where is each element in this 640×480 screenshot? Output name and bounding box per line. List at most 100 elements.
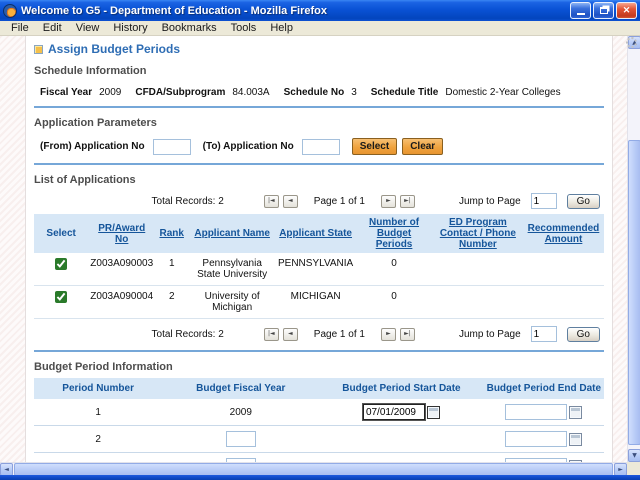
budget-row: 1 2009 (34, 399, 604, 426)
cfda-subprogram-value: 84.003A (232, 87, 269, 98)
restore-button[interactable] (593, 2, 614, 19)
select-checkbox[interactable] (55, 291, 67, 303)
column-header-applicant-state[interactable]: Applicant State (276, 214, 355, 253)
applicant-state-cell: PENNSYLVANIA (276, 253, 355, 286)
page-content: Assign Budget Periods Schedule Informati… (25, 36, 613, 462)
menu-file[interactable]: File (4, 22, 36, 34)
pagination-top: Total Records: 2 |◄ ◄ Page 1 of 1 ► ►| J… (34, 193, 604, 209)
column-header-select: Select (34, 214, 88, 253)
column-header-rank[interactable]: Rank (155, 214, 188, 253)
recommended-amount-cell (523, 253, 604, 286)
rank-cell: 2 (155, 286, 188, 319)
column-header-budget-period-start-date: Budget Period Start Date (319, 378, 483, 399)
period-number-cell: 3 (34, 453, 162, 463)
menu-edit[interactable]: Edit (36, 22, 69, 34)
horizontal-scrollbar[interactable]: ◄ ► (0, 462, 627, 475)
menu-view[interactable]: View (69, 22, 107, 34)
total-records-label: Total Records: (152, 196, 216, 207)
fiscal-year-value: 2009 (99, 87, 121, 98)
select-checkbox[interactable] (55, 258, 67, 270)
menu-tools[interactable]: Tools (224, 22, 264, 34)
divider (34, 350, 604, 352)
to-application-input[interactable] (302, 139, 340, 155)
last-page-button[interactable]: ►| (400, 328, 415, 341)
budget-fiscal-year-input[interactable] (226, 431, 256, 447)
applicant-name-cell: Pennsylvania State University (188, 253, 276, 286)
page-indicator: Page 1 of 1 (314, 329, 365, 340)
page-icon (34, 45, 43, 54)
browser-viewport: Assign Budget Periods Schedule Informati… (0, 36, 627, 462)
num-budget-periods-cell: 0 (355, 253, 433, 286)
minimize-button[interactable] (570, 2, 591, 19)
num-budget-periods-cell: 0 (355, 286, 433, 319)
budget-period-information-heading: Budget Period Information (34, 361, 604, 373)
budget-start-date-input[interactable] (363, 404, 425, 420)
first-page-button[interactable]: |◄ (264, 195, 279, 208)
calendar-icon[interactable] (427, 406, 440, 419)
menu-history[interactable]: History (106, 22, 154, 34)
next-page-button[interactable]: ► (381, 328, 396, 341)
go-button[interactable]: Go (567, 194, 600, 209)
previous-page-button[interactable]: ◄ (283, 195, 298, 208)
menu-bookmarks[interactable]: Bookmarks (155, 22, 224, 34)
clear-button[interactable]: Clear (402, 138, 443, 155)
period-number-cell: 1 (34, 399, 162, 426)
column-header-applicant-name[interactable]: Applicant Name (188, 214, 276, 253)
rank-cell: 1 (155, 253, 188, 286)
jump-to-page-label: Jump to Page (459, 196, 521, 207)
from-application-input[interactable] (153, 139, 191, 155)
scroll-down-button[interactable]: ▼ (628, 449, 640, 462)
budget-period-table: Period Number Budget Fiscal Year Budget … (34, 378, 604, 462)
last-page-button[interactable]: ►| (400, 195, 415, 208)
jump-to-page-input[interactable] (531, 193, 557, 209)
page-indicator: Page 1 of 1 (314, 196, 365, 207)
column-header-number-of-budget-periods[interactable]: Number of Budget Periods (355, 214, 433, 253)
table-row: Z003A090003 1 Pennsylvania State Univers… (34, 253, 604, 286)
throbber-icon (626, 37, 637, 48)
applications-table: Select PR/Award No Rank Applicant Name A… (34, 214, 604, 319)
jump-to-page-label: Jump to Page (459, 329, 521, 340)
budget-row: 3 (34, 453, 604, 463)
table-row: Z003A090004 2 University of Michigan MIC… (34, 286, 604, 319)
recommended-amount-cell (523, 286, 604, 319)
next-page-button[interactable]: ► (381, 195, 396, 208)
budget-end-date-input[interactable] (505, 404, 567, 420)
ed-contact-cell (433, 286, 523, 319)
schedule-title-label: Schedule Title (371, 87, 439, 98)
budget-end-date-input[interactable] (505, 431, 567, 447)
calendar-icon[interactable] (569, 433, 582, 446)
schedule-information-heading: Schedule Information (34, 65, 604, 77)
column-header-budget-period-end-date: Budget Period End Date (484, 378, 604, 399)
calendar-icon[interactable] (569, 406, 582, 419)
budget-row: 2 (34, 426, 604, 453)
vertical-scrollbar-thumb[interactable] (628, 140, 640, 445)
applications-header-row: Select PR/Award No Rank Applicant Name A… (34, 214, 604, 253)
schedule-no-label: Schedule No (284, 87, 345, 98)
column-header-recommended-amount[interactable]: Recommended Amount (523, 214, 604, 253)
period-number-cell: 2 (34, 426, 162, 453)
previous-page-button[interactable]: ◄ (283, 328, 298, 341)
schedule-title-value: Domestic 2-Year Colleges (445, 87, 560, 98)
window-title: Welcome to G5 - Department of Education … (21, 5, 568, 17)
window-bottom-border (0, 475, 640, 480)
pagination-bottom: Total Records: 2 |◄ ◄ Page 1 of 1 ► ►| J… (34, 326, 604, 342)
budget-fiscal-year-cell: 2009 (162, 399, 319, 426)
menu-help[interactable]: Help (263, 22, 300, 34)
jump-to-page-input[interactable] (531, 326, 557, 342)
vertical-scrollbar[interactable]: ▲ ▼ (627, 36, 640, 462)
application-parameters-row: (From) Application No (To) Application N… (34, 138, 604, 155)
select-button[interactable]: Select (352, 138, 397, 155)
go-button[interactable]: Go (567, 327, 600, 342)
schedule-fields: Fiscal Year 2009 CFDA/Subprogram 84.003A… (34, 87, 604, 98)
from-application-label: (From) Application No (40, 141, 145, 152)
fiscal-year-label: Fiscal Year (40, 87, 92, 98)
pr-award-no-cell: Z003A090004 (88, 286, 155, 319)
pr-award-no-cell: Z003A090003 (88, 253, 155, 286)
scrollbar-corner (627, 462, 640, 475)
column-header-pr-award-no[interactable]: PR/Award No (88, 214, 155, 253)
menu-bar: File Edit View History Bookmarks Tools H… (0, 21, 640, 36)
column-header-ed-program-contact[interactable]: ED Program Contact / Phone Number (433, 214, 523, 253)
total-records-value: 2 (218, 196, 224, 207)
close-button[interactable]: ✕ (616, 2, 637, 19)
first-page-button[interactable]: |◄ (264, 328, 279, 341)
